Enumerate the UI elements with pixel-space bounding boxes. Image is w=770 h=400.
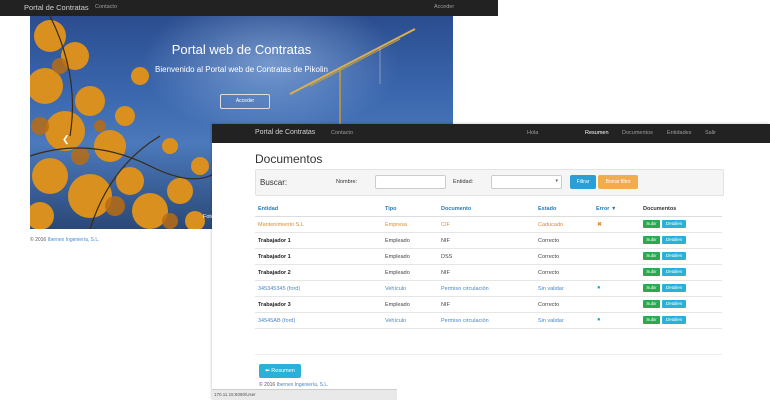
cell-tipo: Empleado xyxy=(385,302,410,308)
cell-estado: Correcto xyxy=(538,254,560,260)
documents-table: Entidad Tipo Documento Estado Error ▼ Do… xyxy=(255,202,722,329)
resumen-button[interactable]: ⬅ Resumen xyxy=(259,364,301,378)
table-row: 345345345 (ford) Vehículo Permiso circul… xyxy=(255,281,722,297)
cell-estado: Sin validar xyxy=(538,318,564,324)
table-header: Entidad Tipo Documento Estado Error ▼ Do… xyxy=(255,202,722,217)
cell-documento[interactable]: Permiso circulación xyxy=(441,286,489,292)
filter-bar: Buscar: Nombre: Entidad: ▾ Filtrar Borra… xyxy=(255,169,724,196)
filtrar-button[interactable]: Filtrar xyxy=(570,175,596,189)
page-title: Documentos xyxy=(255,152,323,166)
cell-entidad[interactable]: Trabajador 1 xyxy=(258,238,291,244)
nav-salir[interactable]: Salir xyxy=(705,130,716,136)
cell-entidad[interactable]: Trabajador 1 xyxy=(258,254,291,260)
home-footer-copyright: © 2016 xyxy=(30,237,47,243)
cell-entidad[interactable]: Trabajador 3 xyxy=(258,302,291,308)
header-documento[interactable]: Documento xyxy=(441,206,471,212)
info-circle-icon[interactable]: ● xyxy=(597,317,601,323)
cell-tipo: Empleado xyxy=(385,270,410,276)
table-row: Trabajador 3 Empleado NIF Correcto Subir… xyxy=(255,297,722,313)
detalles-button[interactable]: Detalles xyxy=(662,300,686,308)
nombre-input[interactable] xyxy=(375,175,446,189)
cell-documento[interactable]: NIF xyxy=(441,270,450,276)
entidad-label: Entidad: xyxy=(453,179,474,185)
subir-button[interactable]: Subir xyxy=(643,284,660,292)
nombre-label: Nombre: xyxy=(336,179,358,185)
app-brand-link[interactable]: Portal de Contratas xyxy=(255,129,315,136)
borrar-filtro-button[interactable]: Borrar filtro xyxy=(598,175,638,189)
header-error[interactable]: Error ▼ xyxy=(596,206,616,212)
app-footer-company-link[interactable]: Ibernex Ingeniería, S.L. xyxy=(277,382,329,388)
browser-status-bar: 170.11.15:8080/User xyxy=(212,389,397,400)
detalles-button[interactable]: Detalles xyxy=(662,284,686,292)
arrow-left-icon: ⬅ xyxy=(265,368,270,374)
home-contacto-link[interactable]: Contacto xyxy=(95,4,117,10)
home-acceder-link[interactable]: Acceder xyxy=(434,4,454,10)
cell-tipo: Empleado xyxy=(385,254,410,260)
detalles-button[interactable]: Detalles xyxy=(662,316,686,324)
home-footer-company-link[interactable]: Ibernex Ingeniería, S.L. xyxy=(48,237,100,243)
cell-estado: Correcto xyxy=(538,270,560,276)
info-circle-icon[interactable]: ● xyxy=(597,285,601,291)
entidad-select[interactable]: ▾ xyxy=(491,175,562,189)
cell-entidad[interactable]: 345345345 (ford) xyxy=(258,286,300,292)
hero-acceder-button[interactable]: Acceder xyxy=(220,94,270,109)
detalles-button[interactable]: Detalles xyxy=(662,236,686,244)
cell-estado: Sin validar xyxy=(538,286,564,292)
table-row: Trabajador 1 Empleado DSS Correcto Subir… xyxy=(255,249,722,265)
app-navbar: Portal de Contratas Contacto Hola Resume… xyxy=(212,124,770,143)
cell-documento[interactable]: Permiso circulación xyxy=(441,318,489,324)
nav-documentos[interactable]: Documentos xyxy=(622,130,653,136)
cell-estado: Caducado xyxy=(538,222,564,228)
subir-button[interactable]: Subir xyxy=(643,300,660,308)
nav-contacto[interactable]: Contacto xyxy=(331,130,353,136)
cell-documento[interactable]: DSS xyxy=(441,254,452,260)
cell-tipo: Vehículo xyxy=(385,318,407,324)
cell-estado: Correcto xyxy=(538,302,560,308)
nav-entidades[interactable]: Entidades xyxy=(667,130,691,136)
cell-estado: Correcto xyxy=(538,238,560,244)
buscar-label: Buscar: xyxy=(260,178,288,187)
header-documentos: Documentos xyxy=(643,206,677,212)
error-x-icon: ✖ xyxy=(597,222,603,228)
subir-button[interactable]: Subir xyxy=(643,220,660,228)
cell-tipo: Empresa xyxy=(385,222,408,228)
hero-title: Portal web de Contratas xyxy=(171,42,312,57)
header-entidad[interactable]: Entidad xyxy=(258,206,278,212)
cell-entidad[interactable]: Trabajador 2 xyxy=(258,270,291,276)
home-navbar: Portal de Contratas Contacto Acceder xyxy=(0,0,498,16)
cell-entidad[interactable]: Mantenimiento S.L xyxy=(258,222,304,228)
caret-down-icon: ▾ xyxy=(555,178,558,184)
header-tipo[interactable]: Tipo xyxy=(385,206,397,212)
app-footer: © 2016 Ibernex Ingeniería, S.L. xyxy=(259,382,329,388)
cell-entidad[interactable]: 34545AB (ford) xyxy=(258,318,295,324)
cell-documento[interactable]: NIF xyxy=(441,238,450,244)
table-row: Mantenimiento S.L Empresa CIF Caducado ✖… xyxy=(255,217,722,233)
nav-resumen[interactable]: Resumen xyxy=(585,130,609,136)
resumen-button-label: Resumen xyxy=(271,368,295,374)
subir-button[interactable]: Subir xyxy=(643,236,660,244)
subir-button[interactable]: Subir xyxy=(643,316,660,324)
cell-tipo: Vehículo xyxy=(385,286,407,292)
header-estado[interactable]: Estado xyxy=(538,206,556,212)
cell-documento[interactable]: CIF xyxy=(441,222,450,228)
detalles-button[interactable]: Detalles xyxy=(662,252,686,260)
table-row: Trabajador 1 Empleado NIF Correcto Subir… xyxy=(255,233,722,249)
table-row: 34545AB (ford) Vehículo Permiso circulac… xyxy=(255,313,722,329)
app-footer-copyright: © 2016 xyxy=(259,382,276,388)
chevron-left-icon[interactable]: ❮ xyxy=(62,134,70,145)
divider xyxy=(255,354,722,355)
detalles-button[interactable]: Detalles xyxy=(662,220,686,228)
cell-documento[interactable]: NIF xyxy=(441,302,450,308)
documents-window: Portal de Contratas Contacto Hola Resume… xyxy=(212,124,770,400)
detalles-button[interactable]: Detalles xyxy=(662,268,686,276)
home-footer: © 2016 Ibernex Ingeniería, S.L. xyxy=(30,237,100,243)
home-brand-link[interactable]: Portal de Contratas xyxy=(24,3,89,12)
subir-button[interactable]: Subir xyxy=(643,252,660,260)
hero-subtitle: Bienvenido al Portal web de Contratas de… xyxy=(155,65,328,74)
table-row: Trabajador 2 Empleado NIF Correcto Subir… xyxy=(255,265,722,281)
cell-tipo: Empleado xyxy=(385,238,410,244)
nav-hola[interactable]: Hola xyxy=(527,130,538,136)
subir-button[interactable]: Subir xyxy=(643,268,660,276)
